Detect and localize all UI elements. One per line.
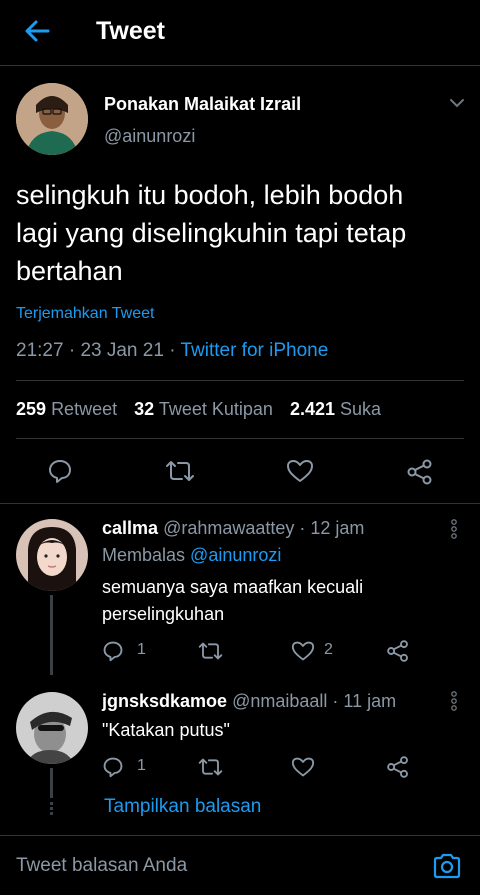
reply-count: 1 xyxy=(137,757,146,774)
share-icon[interactable] xyxy=(406,458,434,486)
author-handle[interactable]: @ainunrozi xyxy=(104,126,195,147)
tweet-source-link[interactable]: Twitter for iPhone xyxy=(180,340,328,361)
reply-text-line: "Katakan putus" xyxy=(102,720,230,740)
show-replies-link[interactable]: Tampilkan balasan xyxy=(104,796,261,818)
reply-composer xyxy=(0,835,480,895)
reply-header: jgnsksdkamoe @nmaibaall · 11 jam xyxy=(102,691,396,712)
quotes-label: Tweet Kutipan xyxy=(158,399,273,419)
reply-icon[interactable] xyxy=(102,640,124,662)
reply-time: · 12 jam xyxy=(299,518,365,538)
retweets-count: 259 xyxy=(16,399,47,419)
likes-count: 2.421 xyxy=(289,399,335,419)
retweet-icon[interactable] xyxy=(165,458,195,484)
tweet-text-line: selingkuh itu bodoh, lebih bodoh xyxy=(16,180,404,210)
quotes-count: 32 xyxy=(134,399,155,419)
tweet-text: selingkuh itu bodoh, lebih bodoh lagi ya… xyxy=(16,176,476,290)
tweet-text-line: lagi yang diselingkuhin tapi tetap xyxy=(16,218,407,248)
reply-author-name[interactable]: jgnsksdkamoe xyxy=(102,691,227,711)
share-icon[interactable] xyxy=(386,639,410,663)
share-icon[interactable] xyxy=(386,755,410,779)
reply-text: "Katakan putus" xyxy=(102,717,230,744)
more-vertical-icon[interactable] xyxy=(450,518,458,540)
reply-author-name[interactable]: callma xyxy=(102,518,158,538)
separator: · xyxy=(169,340,176,361)
reply-text: semuanya saya maafkan kecuali perselingk… xyxy=(102,574,363,628)
retweet-icon[interactable] xyxy=(198,756,223,778)
reply-actions: 1 xyxy=(102,754,422,780)
thread-dots xyxy=(50,802,53,816)
tweet-date: 23 Jan 21 xyxy=(80,340,164,361)
translate-tweet-link[interactable]: Terjemahkan Tweet xyxy=(16,305,154,323)
top-bar: Tweet xyxy=(0,0,480,66)
like-icon[interactable] xyxy=(291,640,315,662)
like-icon[interactable] xyxy=(286,458,314,484)
reply-avatar[interactable] xyxy=(16,519,88,591)
quotes-stat[interactable]: 32 Tweet Kutipan xyxy=(134,399,273,419)
divider xyxy=(16,380,464,381)
reply-input[interactable] xyxy=(16,850,396,882)
likes-label: Suka xyxy=(340,399,382,419)
back-arrow-icon[interactable] xyxy=(22,16,52,46)
separator: · xyxy=(68,340,76,361)
reply-text-line: semuanya saya maafkan kecuali xyxy=(102,577,364,597)
replying-to: Membalas @ainunrozi xyxy=(102,545,281,566)
reply-actions: 1 2 xyxy=(102,638,422,664)
tweet-text-line: bertahan xyxy=(16,256,123,286)
tweet-time: 21:27 xyxy=(16,340,64,361)
reply-count: 1 xyxy=(137,641,146,658)
thread-line xyxy=(50,768,53,798)
reply-author-handle[interactable]: @nmaibaall xyxy=(232,691,327,711)
reply-icon[interactable] xyxy=(47,458,73,484)
divider xyxy=(16,438,464,439)
reply-icon[interactable] xyxy=(102,756,124,778)
author-name[interactable]: Ponakan Malaikat Izrail xyxy=(104,94,301,115)
like-count: 2 xyxy=(324,641,333,658)
replying-label: Membalas xyxy=(102,545,186,565)
reply-header: callma @rahmawaattey · 12 jam xyxy=(102,518,364,539)
thread-line xyxy=(50,595,53,675)
retweet-icon[interactable] xyxy=(198,640,223,662)
divider xyxy=(0,503,480,504)
tweet-meta: 21:27 · 23 Jan 21 · Twitter for iPhone xyxy=(16,340,328,362)
like-icon[interactable] xyxy=(291,756,315,778)
reply-text-line: perselingkuhan xyxy=(102,604,225,624)
reply-avatar[interactable] xyxy=(16,692,88,764)
retweets-stat[interactable]: 259 Retweet xyxy=(16,399,117,419)
retweets-label: Retweet xyxy=(51,399,118,419)
tweet-stats: 259 Retweet 32 Tweet Kutipan 2.421 Suka xyxy=(16,399,381,420)
more-vertical-icon[interactable] xyxy=(450,690,458,712)
chevron-down-icon[interactable] xyxy=(448,94,466,112)
camera-icon[interactable] xyxy=(432,852,462,880)
reply-author-handle[interactable]: @rahmawaattey xyxy=(163,518,294,538)
replying-to-handle[interactable]: @ainunrozi xyxy=(190,545,281,565)
reply-time: · 11 jam xyxy=(332,691,397,711)
page-title: Tweet xyxy=(96,17,165,45)
author-avatar[interactable] xyxy=(16,83,88,155)
likes-stat[interactable]: 2.421 Suka xyxy=(290,399,381,419)
